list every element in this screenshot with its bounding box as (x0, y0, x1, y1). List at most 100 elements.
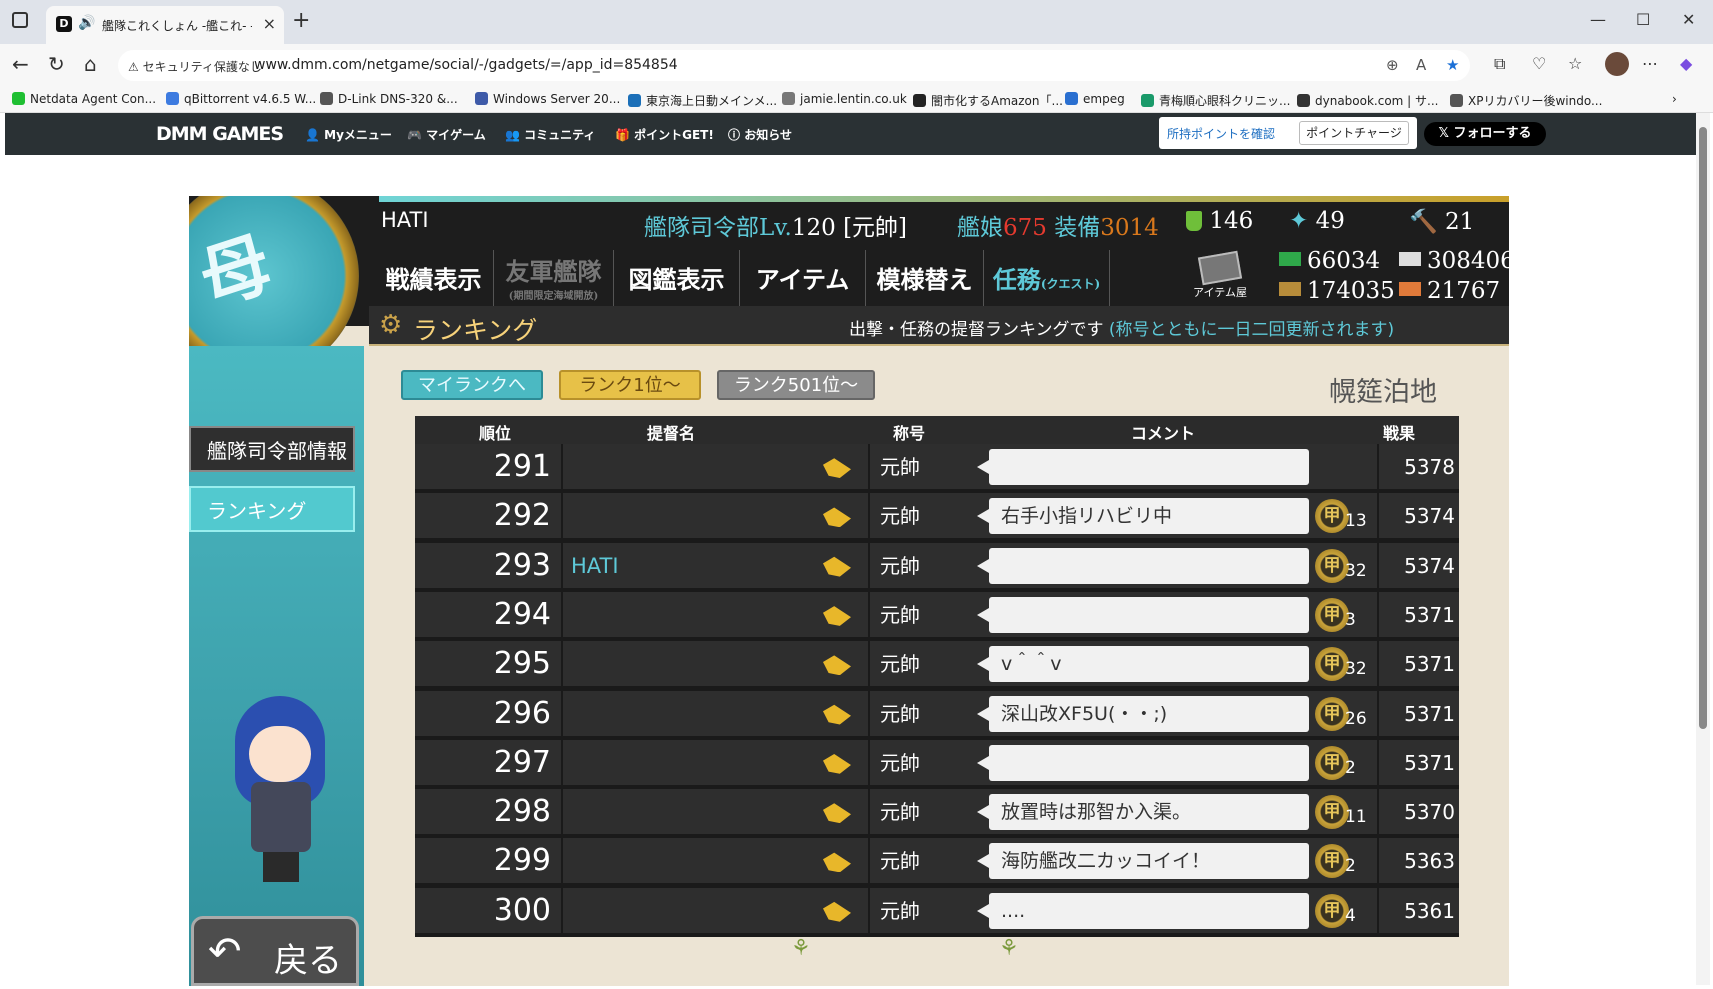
admiral-name (571, 888, 831, 935)
dmm-logo[interactable]: DMM GAMES (156, 123, 284, 145)
scroll-thumb[interactable] (1699, 127, 1707, 729)
bookmark-item[interactable]: empeg (1065, 92, 1125, 106)
speaker-icon[interactable]: 🔊 (78, 15, 95, 31)
kou-medal-icon: 甲 (1315, 795, 1349, 830)
profile-avatar[interactable] (1605, 52, 1629, 76)
menu-quest[interactable]: 任務(クエスト) (984, 250, 1110, 310)
bookmark-label: XPリカバリー後windo... (1468, 94, 1603, 108)
nav-mymenu-label: Myメニュー (324, 128, 392, 142)
chibi-legs (263, 852, 299, 882)
favorite-star-icon[interactable]: ★ (1446, 56, 1459, 74)
bookmarks-overflow-icon[interactable]: › (1672, 92, 1677, 106)
x-follow-button[interactable]: 𝕏 フォローする (1424, 122, 1546, 146)
bauxite-resource: 21767 (1399, 278, 1500, 304)
extensions-icon[interactable]: ⧉ (1494, 54, 1505, 74)
bookmark-item[interactable]: XPリカバリー後windo... (1450, 92, 1602, 109)
sidebar-item-hq-info[interactable]: 艦隊司令部情報 (189, 426, 355, 472)
medal-count: 32 (1345, 659, 1367, 680)
maximize-icon[interactable]: ☐ (1636, 10, 1650, 29)
menu-remodel[interactable]: 模様替え (866, 250, 984, 310)
item-shop-button[interactable]: アイテム屋 (1189, 250, 1251, 304)
title-cell: 元帥 (868, 641, 988, 689)
title-cell: 元帥 (868, 789, 988, 837)
back-label: 戻る (274, 941, 342, 981)
menu-record[interactable]: 戦績表示 (374, 250, 494, 310)
bookmark-item[interactable]: jamie.lentin.co.uk (782, 92, 907, 106)
game-canvas: HATI 艦隊司令部Lv.120 [元帥] 艦娘675 装備3014 146 ✦… (189, 196, 1509, 986)
nav-mygame[interactable]: 🎮 マイゲーム (407, 126, 486, 143)
ranking-desc-text: 出撃・任務の提督ランキングです (849, 320, 1104, 340)
bookmark-item[interactable]: D-Link DNS-320 &... (320, 92, 458, 106)
new-tab-icon[interactable]: + (292, 8, 310, 33)
bookmark-item[interactable]: qBittorrent v4.6.5 W... (166, 92, 316, 106)
back-arrow-icon: ↶ (208, 929, 242, 975)
result-cell: 5371 (1377, 641, 1459, 689)
result-cell: 5363 (1377, 838, 1459, 886)
my-rank-button[interactable]: マイランクへ (401, 370, 543, 400)
ship-count: 艦娘675 装備3014 (957, 208, 1159, 242)
base-name: 幌筵泊地 (1329, 377, 1437, 408)
close-tab-icon[interactable]: × (263, 14, 276, 33)
nav-community[interactable]: 👥 コミュニティ (505, 126, 595, 143)
bookmark-item[interactable]: 青梅順心眼科クリニッ... (1141, 92, 1290, 109)
admiral-name (571, 740, 831, 787)
rank-501-button[interactable]: ランク501位〜 (717, 370, 875, 400)
equip-label: 装備 (1054, 215, 1101, 241)
sidebar-item-ranking[interactable]: ランキング (189, 486, 355, 532)
table-row: 296 元帥 深山改XF5U(・・;) 甲 26 5371 (415, 690, 1459, 738)
ranking-table: 291 元帥 5378 292 元帥 右手小指リハビリ中甲 13 5374 293 HATI 元帥甲… (415, 444, 1459, 937)
nav-news[interactable]: ⓘ お知らせ (728, 126, 792, 143)
back-icon[interactable]: ← (12, 52, 29, 76)
ranking-banner: ⚙ ランキング 出撃・任務の提督ランキングです (称号とともに一日二回更新されま… (369, 306, 1509, 346)
bookmark-favicon-icon (628, 94, 641, 107)
active-tab[interactable]: D 🔊 艦隊これくしょん -艦これ- - オンラインゲーム - DMM GAME… (46, 6, 284, 44)
back-button[interactable]: ↶ 戻る (191, 916, 359, 986)
title-cell: 元帥 (868, 591, 988, 639)
security-warning[interactable]: ⚠ セキュリティ保護なし (128, 58, 262, 75)
url-field[interactable]: ⚠ セキュリティ保護なし www.dmm.com/netgame/social/… (118, 50, 1470, 81)
bookmark-item[interactable]: Windows Server 20... (475, 92, 620, 106)
performance-icon[interactable]: ♡ (1532, 54, 1546, 73)
table-row: 299 元帥 海防艦改二カッコイイ！甲 2 5363 (415, 838, 1459, 886)
bookmark-item[interactable]: dynabook.com | サ... (1297, 92, 1439, 109)
read-aloud-icon[interactable]: A (1416, 56, 1426, 74)
nav-pointget[interactable]: 🎁 ポイントGET! (615, 126, 714, 143)
sidebar-toggle-icon[interactable] (12, 12, 28, 28)
nav-mymenu[interactable]: 👤 Myメニュー (305, 126, 392, 143)
nav-mygame-label: マイゲーム (426, 128, 486, 142)
bookmark-favicon-icon (1297, 94, 1310, 107)
bookmark-label: Windows Server 20... (493, 92, 621, 106)
zoom-icon[interactable]: ⊕ (1386, 56, 1399, 74)
comment-bubble: .... (977, 892, 1309, 929)
home-icon[interactable]: ⌂ (84, 52, 97, 76)
menu-item[interactable]: アイテム (740, 250, 866, 310)
player-name: HATI (381, 208, 429, 232)
minimize-icon[interactable]: — (1590, 10, 1606, 29)
kou-medal-icon: 甲 (1315, 548, 1349, 583)
bookmark-item[interactable]: 闇市化するAmazon「... (913, 92, 1063, 109)
point-charge-button[interactable]: ポイントチャージ (1299, 121, 1409, 145)
page-scrollbar[interactable] (1696, 113, 1710, 985)
point-check-link[interactable]: 所持ポイントを確認 (1167, 125, 1275, 142)
title-cell: 元帥 (868, 838, 988, 886)
menu-friend-fleet[interactable]: 友軍艦隊 (期間限定海域開放) (494, 250, 614, 310)
hq-level-value: 120 (791, 215, 836, 241)
more-menu-icon[interactable]: ⋯ (1642, 54, 1658, 73)
result-cell: 5371 (1377, 690, 1459, 738)
bookmark-item[interactable]: Netdata Agent Con... (12, 92, 156, 106)
table-row: 291 元帥 5378 (415, 444, 1459, 491)
menu-library[interactable]: 図鑑表示 (614, 250, 740, 310)
bucket-value: 146 (1209, 208, 1254, 234)
favorites-icon[interactable]: ☆ (1568, 54, 1582, 73)
header-comment: コメント (1131, 424, 1196, 443)
comment-bubble: 海防艦改二カッコイイ！ (977, 843, 1309, 880)
close-window-icon[interactable]: ✕ (1682, 10, 1695, 29)
bookmark-item[interactable]: 東京海上日動メインメ... (628, 92, 777, 109)
rank-1-button[interactable]: ランク1位〜 (559, 370, 701, 400)
reload-icon[interactable]: ↻ (48, 52, 65, 76)
copilot-icon[interactable]: ◆ (1680, 54, 1692, 73)
tab-title: 艦隊これくしょん -艦これ- - オンラインゲーム - DMM GAMES (102, 19, 252, 33)
table-row: 294 元帥 甲 3 5371 (415, 591, 1459, 639)
title-cell: 元帥 (868, 444, 988, 491)
bookmark-favicon-icon (1141, 94, 1154, 107)
